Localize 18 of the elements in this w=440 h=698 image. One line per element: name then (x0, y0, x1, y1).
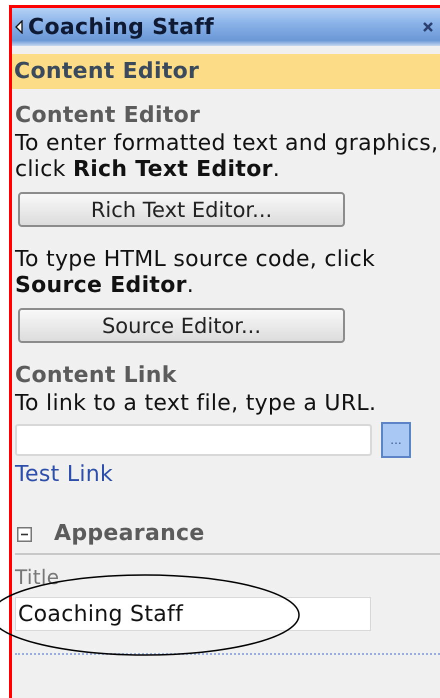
close-icon[interactable] (422, 21, 434, 33)
instruction-text: To enter formatted text and graphics, click Rich Text Editor. (15, 131, 440, 183)
panel-title: Coaching Staff (28, 14, 215, 40)
collapse-icon[interactable] (17, 526, 32, 542)
field-label: Title (15, 565, 60, 589)
editor-button[interactable]: Rich Text Editor... (18, 192, 345, 227)
editor-button[interactable]: Source Editor... (18, 308, 345, 343)
instruction-text: To type HTML source code, click Source Editor. (15, 247, 376, 299)
section-heading: Content Link (15, 363, 178, 389)
title-input-field[interactable]: Coaching Staff (15, 597, 371, 631)
test-link[interactable]: Test Link (15, 462, 114, 487)
section-header: Content Editor (12, 54, 440, 89)
browse-button[interactable]: ... (381, 422, 411, 458)
collapse-arrow-icon[interactable] (15, 20, 23, 34)
section-heading: Content Editor (15, 103, 202, 129)
section-heading: Appearance (54, 521, 205, 547)
url-input-field[interactable] (15, 424, 372, 456)
instruction-text: To link to a text file, type a URL. (15, 391, 378, 417)
